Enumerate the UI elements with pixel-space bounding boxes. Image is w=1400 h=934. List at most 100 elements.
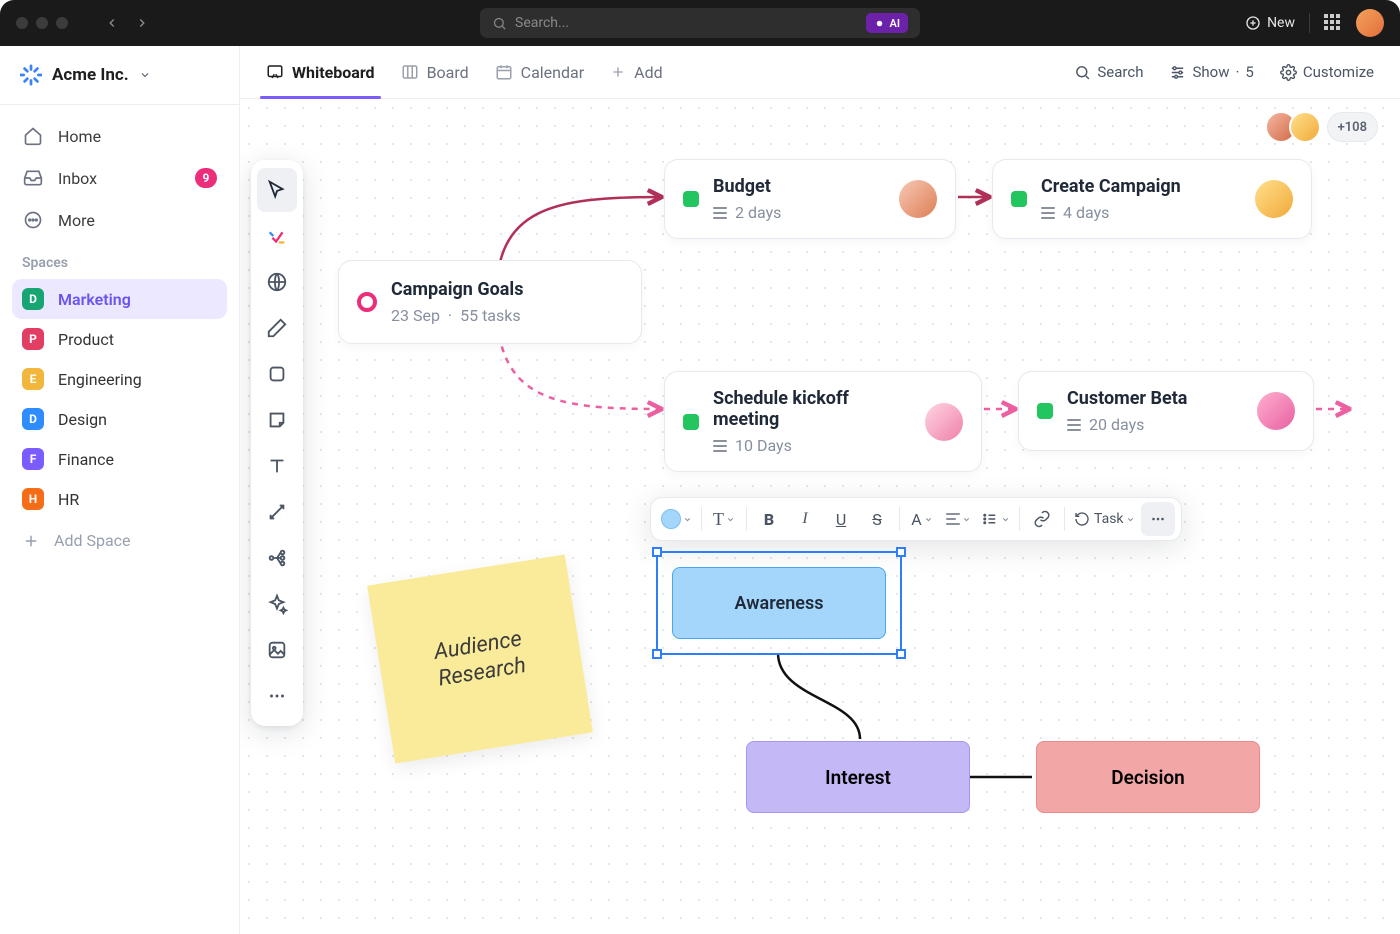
assignee-avatar[interactable]: [925, 403, 963, 441]
add-view-button[interactable]: Add: [604, 46, 668, 98]
card-title: Schedule kickoff meeting: [713, 388, 911, 430]
add-space-label: Add Space: [54, 531, 131, 550]
nav-forward-icon[interactable]: [130, 11, 154, 35]
tab-whiteboard[interactable]: Whiteboard: [260, 46, 381, 98]
card-campaign-goals[interactable]: Campaign Goals 23 Sep · 55 tasks: [338, 260, 642, 344]
space-color-icon: F: [22, 448, 44, 470]
assignee-avatar[interactable]: [899, 180, 937, 218]
tool-connector[interactable]: [257, 490, 297, 534]
sidebar-item-marketing[interactable]: D Marketing: [12, 279, 227, 319]
traffic-close[interactable]: [16, 17, 28, 29]
fmt-text-style[interactable]: T: [707, 502, 741, 536]
fmt-shape-color[interactable]: [657, 502, 696, 536]
card-subtitle: 10 Days: [713, 436, 911, 455]
view-show-button[interactable]: Show · 5: [1163, 63, 1259, 81]
workspace-switcher[interactable]: Acme Inc.: [0, 46, 239, 105]
fmt-bold[interactable]: B: [752, 502, 786, 536]
fmt-font-color[interactable]: A: [905, 502, 939, 536]
shape-interest[interactable]: Interest: [746, 741, 970, 813]
align-icon: [946, 513, 960, 525]
more-icon: [22, 209, 44, 231]
sidebar-item-finance[interactable]: F Finance: [12, 439, 227, 479]
card-subtitle: 4 days: [1041, 203, 1241, 222]
tool-shape[interactable]: [257, 352, 297, 396]
tool-sticky[interactable]: [257, 398, 297, 442]
card-create-campaign[interactable]: Create Campaign 4 days: [992, 159, 1312, 239]
assignee-avatar[interactable]: [1257, 392, 1295, 430]
inbox-icon: [22, 167, 44, 189]
traffic-max[interactable]: [56, 17, 68, 29]
card-subtitle: 23 Sep · 55 tasks: [391, 306, 623, 325]
card-title: Customer Beta: [1067, 388, 1243, 409]
tool-more[interactable]: [257, 674, 297, 718]
chevron-down-icon: [1001, 515, 1010, 524]
fmt-strike[interactable]: S: [860, 502, 894, 536]
tab-calendar[interactable]: Calendar: [489, 46, 590, 98]
assignee-avatar[interactable]: [1255, 180, 1293, 218]
search-icon: [492, 16, 507, 31]
shape-decision[interactable]: Decision: [1036, 741, 1260, 813]
view-customize-button[interactable]: Customize: [1274, 63, 1380, 81]
description-icon: [713, 440, 727, 452]
view-search-button[interactable]: Search: [1068, 63, 1149, 81]
window-controls: [16, 17, 68, 29]
global-search[interactable]: Search... AI: [480, 8, 920, 38]
fmt-convert-task[interactable]: Task: [1070, 502, 1139, 536]
fmt-list[interactable]: [977, 502, 1014, 536]
selected-shape-awareness[interactable]: Awareness: [656, 551, 902, 655]
space-label: Finance: [58, 450, 114, 469]
tab-board[interactable]: Board: [395, 46, 475, 98]
card-title: Budget: [713, 176, 885, 197]
chevron-down-icon: [924, 515, 933, 524]
presence-more[interactable]: +108: [1327, 112, 1378, 142]
status-icon: [683, 191, 699, 207]
apps-grid-icon[interactable]: [1324, 14, 1342, 32]
whiteboard-tool-dock: [251, 160, 303, 726]
new-button[interactable]: New: [1245, 15, 1295, 31]
ai-button[interactable]: AI: [866, 13, 908, 33]
tool-mindmap[interactable]: [257, 536, 297, 580]
space-label: Marketing: [58, 290, 131, 309]
tool-text[interactable]: [257, 444, 297, 488]
sidebar-item-product[interactable]: P Product: [12, 319, 227, 359]
sticky-note[interactable]: Audience Research: [367, 554, 593, 763]
fmt-more[interactable]: [1141, 502, 1175, 536]
tool-ai[interactable]: [257, 582, 297, 626]
card-budget[interactable]: Budget 2 days: [664, 159, 956, 239]
format-toolbar: T B I U S A: [650, 497, 1182, 541]
fmt-align[interactable]: [941, 502, 975, 536]
presence-avatar[interactable]: [1289, 111, 1321, 143]
home-icon: [22, 125, 44, 147]
card-customer-beta[interactable]: Customer Beta 20 days: [1018, 371, 1314, 451]
tool-select[interactable]: [257, 168, 297, 212]
tool-image[interactable]: [257, 628, 297, 672]
sidebar-item-engineering[interactable]: E Engineering: [12, 359, 227, 399]
sidebar-item-home[interactable]: Home: [12, 115, 227, 157]
color-swatch-icon: [661, 509, 681, 529]
tool-web[interactable]: [257, 260, 297, 304]
user-avatar[interactable]: [1356, 9, 1384, 37]
card-subtitle: 2 days: [713, 203, 885, 222]
workspace-name: Acme Inc.: [52, 65, 129, 85]
space-label: Engineering: [58, 370, 142, 389]
sidebar-item-inbox[interactable]: Inbox 9: [12, 157, 227, 199]
whiteboard-icon: [266, 63, 284, 81]
fmt-link[interactable]: [1025, 502, 1059, 536]
space-label: Product: [58, 330, 114, 349]
sidebar-item-design[interactable]: D Design: [12, 399, 227, 439]
titlebar: Search... AI New: [0, 0, 1400, 46]
chevron-down-icon: [683, 515, 692, 524]
tool-pen[interactable]: [257, 306, 297, 350]
whiteboard-canvas[interactable]: +108: [240, 99, 1400, 934]
tool-task[interactable]: [257, 214, 297, 258]
fmt-underline[interactable]: U: [824, 502, 858, 536]
sidebar-item-hr[interactable]: H HR: [12, 479, 227, 519]
traffic-min[interactable]: [36, 17, 48, 29]
fmt-italic[interactable]: I: [788, 502, 822, 536]
chevron-down-icon: [726, 515, 735, 524]
nav-back-icon[interactable]: [100, 11, 124, 35]
add-space-button[interactable]: Add Space: [12, 519, 227, 562]
sidebar-item-more[interactable]: More: [12, 199, 227, 241]
description-icon: [1067, 419, 1081, 431]
card-kickoff[interactable]: Schedule kickoff meeting 10 Days: [664, 371, 982, 472]
